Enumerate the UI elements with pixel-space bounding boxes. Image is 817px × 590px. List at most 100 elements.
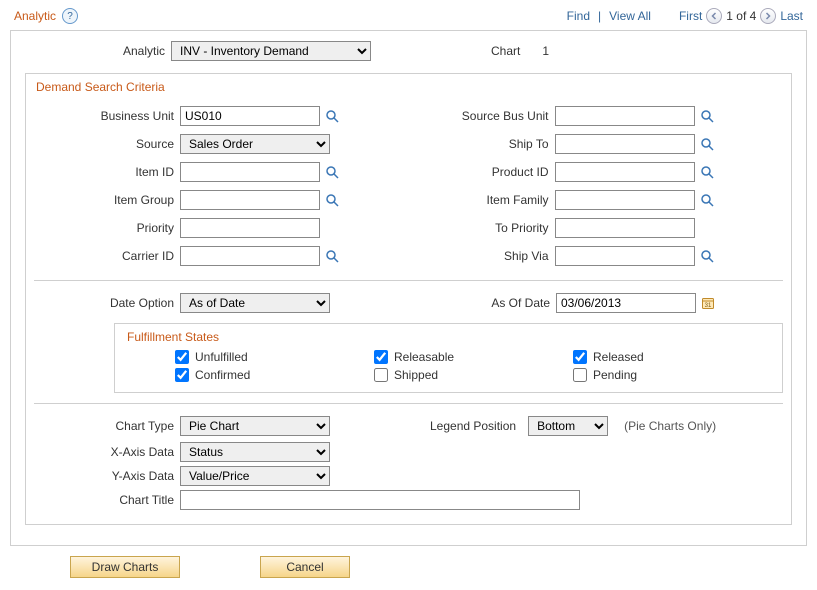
header-right: Find | View All First 1 of 4 Last [567,8,803,24]
lookup-icon[interactable] [699,164,715,180]
item-family-input[interactable] [555,190,695,210]
nav-counter: 1 of 4 [726,9,756,23]
checkbox-label: Confirmed [195,368,250,382]
chart-number-block: Chart 1 [491,44,549,58]
ship-to-input[interactable] [555,134,695,154]
check-unfulfilled[interactable]: Unfulfilled [175,350,374,364]
checkbox-label: Releasable [394,350,454,364]
criteria-col-left: Business Unit Source Sales Order Item [34,102,409,270]
source-bus-unit-label: Source Bus Unit [409,109,555,123]
item-id-input[interactable] [180,162,320,182]
item-group-input[interactable] [180,190,320,210]
chart-number-label: Chart [491,44,526,58]
divider [34,403,783,404]
priority-input[interactable] [180,218,320,238]
as-of-date-label: As Of Date [450,296,556,310]
chart-type-row: Chart Type Pie Chart Legend Position Bot… [34,412,783,440]
lookup-icon[interactable] [699,192,715,208]
check-releasable[interactable]: Releasable [374,350,573,364]
source-bus-unit-input[interactable] [555,106,695,126]
checkbox-label: Released [593,350,644,364]
ship-via-label: Ship Via [409,249,555,263]
analytic-row: Analytic INV - Inventory Demand Chart 1 [25,41,792,67]
to-priority-input[interactable] [555,218,695,238]
ship-to-label: Ship To [409,137,555,151]
lookup-icon[interactable] [699,108,715,124]
criteria-title: Demand Search Criteria [34,78,783,102]
business-unit-input[interactable] [180,106,320,126]
lookup-icon[interactable] [699,248,715,264]
calendar-icon[interactable]: 31 [700,295,716,311]
content-box: Analytic INV - Inventory Demand Chart 1 … [10,30,807,546]
date-row: Date Option As of Date As Of Date 31 [34,289,783,317]
lookup-icon[interactable] [324,248,340,264]
lookup-icon[interactable] [324,164,340,180]
button-row: Draw Charts Cancel [10,546,807,578]
chart-title-row: Chart Title [34,488,783,512]
checkbox-unfulfilled[interactable] [175,350,189,364]
check-shipped[interactable]: Shipped [374,368,573,382]
ship-via-input[interactable] [555,246,695,266]
criteria-col-right: Source Bus Unit Ship To [409,102,784,270]
y-axis-row: Y-Axis Data Value/Price [34,464,783,488]
fulfillment-title: Fulfillment States [125,328,772,350]
chart-type-select[interactable]: Pie Chart [180,416,330,436]
check-released[interactable]: Released [573,350,772,364]
chart-number-value: 1 [542,44,549,58]
legend-hint: (Pie Charts Only) [624,419,716,433]
priority-label: Priority [34,221,180,235]
check-confirmed[interactable]: Confirmed [175,368,374,382]
y-axis-select[interactable]: Value/Price [180,466,330,486]
lookup-icon[interactable] [324,108,340,124]
chart-type-label: Chart Type [34,419,180,433]
checkbox-shipped[interactable] [374,368,388,382]
divider [34,280,783,281]
analytic-select[interactable]: INV - Inventory Demand [171,41,371,61]
source-select[interactable]: Sales Order [180,134,330,154]
checkbox-releasable[interactable] [374,350,388,364]
checkbox-pending[interactable] [573,368,587,382]
page-title: Analytic [14,9,56,23]
check-pending[interactable]: Pending [573,368,772,382]
checkbox-label: Unfulfilled [195,350,248,364]
nav-first-link[interactable]: First [679,9,702,23]
section-header: Analytic ? Find | View All First 1 of 4 … [10,6,807,30]
fulfillment-grid: Unfulfilled Releasable Released Confirme… [175,350,772,382]
legend-position-label: Legend Position [430,419,522,433]
checkbox-confirmed[interactable] [175,368,189,382]
x-axis-row: X-Axis Data Status [34,440,783,464]
view-all-link[interactable]: View All [609,9,651,23]
chart-title-input[interactable] [180,490,580,510]
legend-position-select[interactable]: Bottom [528,416,608,436]
chart-title-label: Chart Title [34,493,180,507]
checkbox-released[interactable] [573,350,587,364]
separator: | [598,9,601,23]
nav-next-icon[interactable] [760,8,776,24]
date-option-label: Date Option [34,296,180,310]
draw-charts-button[interactable]: Draw Charts [70,556,180,578]
to-priority-label: To Priority [409,221,555,235]
source-label: Source [34,137,180,151]
cancel-button[interactable]: Cancel [260,556,350,578]
lookup-icon[interactable] [324,192,340,208]
as-of-date-input[interactable] [556,293,696,313]
product-id-label: Product ID [409,165,555,179]
item-family-label: Item Family [409,193,555,207]
nav-group: First 1 of 4 Last [679,8,803,24]
item-id-label: Item ID [34,165,180,179]
business-unit-label: Business Unit [34,109,180,123]
svg-text:31: 31 [705,303,712,309]
nav-prev-icon[interactable] [706,8,722,24]
date-option-select[interactable]: As of Date [180,293,330,313]
y-axis-label: Y-Axis Data [34,469,180,483]
nav-last-link[interactable]: Last [780,9,803,23]
x-axis-select[interactable]: Status [180,442,330,462]
lookup-icon[interactable] [699,136,715,152]
find-link[interactable]: Find [567,9,590,23]
help-icon[interactable]: ? [62,8,78,24]
product-id-input[interactable] [555,162,695,182]
carrier-id-input[interactable] [180,246,320,266]
fulfillment-group: Fulfillment States Unfulfilled Releasabl… [114,323,783,393]
x-axis-label: X-Axis Data [34,445,180,459]
criteria-columns: Business Unit Source Sales Order Item [34,102,783,270]
